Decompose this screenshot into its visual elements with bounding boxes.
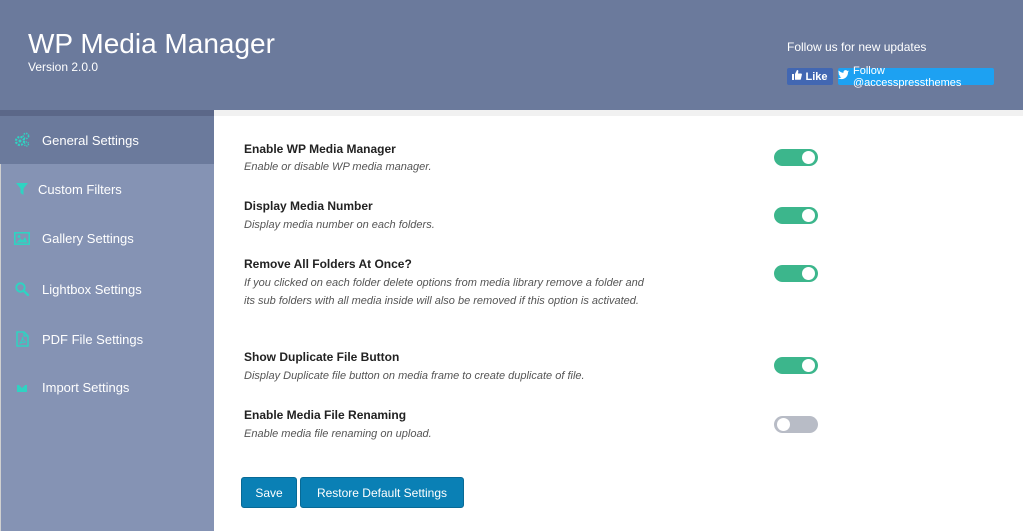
- toggle-knob: [802, 359, 815, 372]
- app-version: Version 2.0.0: [28, 60, 99, 74]
- import-icon: [14, 379, 30, 395]
- like-label: Like: [805, 70, 828, 83]
- filter-icon: [14, 181, 30, 197]
- setting-title: Remove All Folders At Once?: [244, 257, 412, 271]
- gears-icon: [14, 132, 30, 148]
- follow-text: Follow us for new updates: [787, 40, 927, 54]
- show-duplicate-button-toggle[interactable]: [774, 357, 818, 374]
- sidebar-item-label: General Settings: [42, 132, 139, 148]
- twitter-follow-button[interactable]: Follow @accesspressthemes: [838, 65, 994, 89]
- app-title: WP Media Manager: [28, 28, 275, 59]
- remove-all-folders-toggle[interactable]: [774, 265, 818, 282]
- sidebar-item-lightbox-settings[interactable]: Lightbox Settings: [0, 265, 214, 313]
- sidebar-item-label: Import Settings: [42, 379, 130, 395]
- setting-title: Enable WP Media Manager: [244, 142, 396, 156]
- sidebar-item-label: Lightbox Settings: [42, 281, 142, 297]
- facebook-like-button[interactable]: Like: [787, 68, 833, 85]
- header: WP Media Manager Version 2.0.0 Follow us…: [0, 0, 1023, 110]
- sidebar-item-import-settings[interactable]: Import Settings: [0, 363, 214, 411]
- toggle-knob: [802, 151, 815, 164]
- sidebar-item-pdf-file-settings[interactable]: PDF File Settings: [0, 315, 214, 363]
- setting-title: Enable Media File Renaming: [244, 408, 407, 422]
- setting-title: Display Media Number: [244, 199, 373, 213]
- setting-description: If you clicked on each folder delete opt…: [244, 277, 644, 307]
- setting-description: Enable media file renaming on upload.: [244, 428, 432, 440]
- display-media-number-toggle[interactable]: [774, 207, 818, 224]
- toggle-knob: [802, 267, 815, 280]
- twitter-bird-icon: [838, 70, 849, 83]
- restore-defaults-button[interactable]: Restore Default Settings: [300, 477, 464, 508]
- sidebar-item-general-settings[interactable]: General Settings: [0, 116, 214, 164]
- enable-media-manager-toggle[interactable]: [774, 149, 818, 166]
- search-icon: [14, 281, 30, 297]
- sidebar-item-custom-filters[interactable]: Custom Filters: [0, 165, 214, 213]
- settings-panel: [214, 116, 1023, 531]
- save-button[interactable]: Save: [241, 477, 297, 508]
- setting-description: Display Duplicate file button on media f…: [244, 370, 585, 382]
- pdf-file-icon: [14, 331, 30, 347]
- toggle-knob: [777, 418, 790, 431]
- sidebar-item-label: PDF File Settings: [42, 331, 144, 347]
- sidebar-item-label: Gallery Settings: [42, 230, 134, 246]
- image-icon: [14, 230, 30, 246]
- setting-description: Enable or disable WP media manager.: [244, 161, 432, 173]
- enable-file-renaming-toggle[interactable]: [774, 416, 818, 433]
- setting-title: Show Duplicate File Button: [244, 350, 400, 364]
- sidebar-item-label: Custom Filters: [38, 181, 122, 197]
- sidebar-item-gallery-settings[interactable]: Gallery Settings: [0, 214, 214, 262]
- twitter-follow-label: Follow @accesspressthemes: [853, 64, 962, 89]
- setting-description: Display media number on each folders.: [244, 219, 435, 231]
- toggle-knob: [802, 209, 815, 222]
- thumbs-up-icon: [792, 70, 803, 83]
